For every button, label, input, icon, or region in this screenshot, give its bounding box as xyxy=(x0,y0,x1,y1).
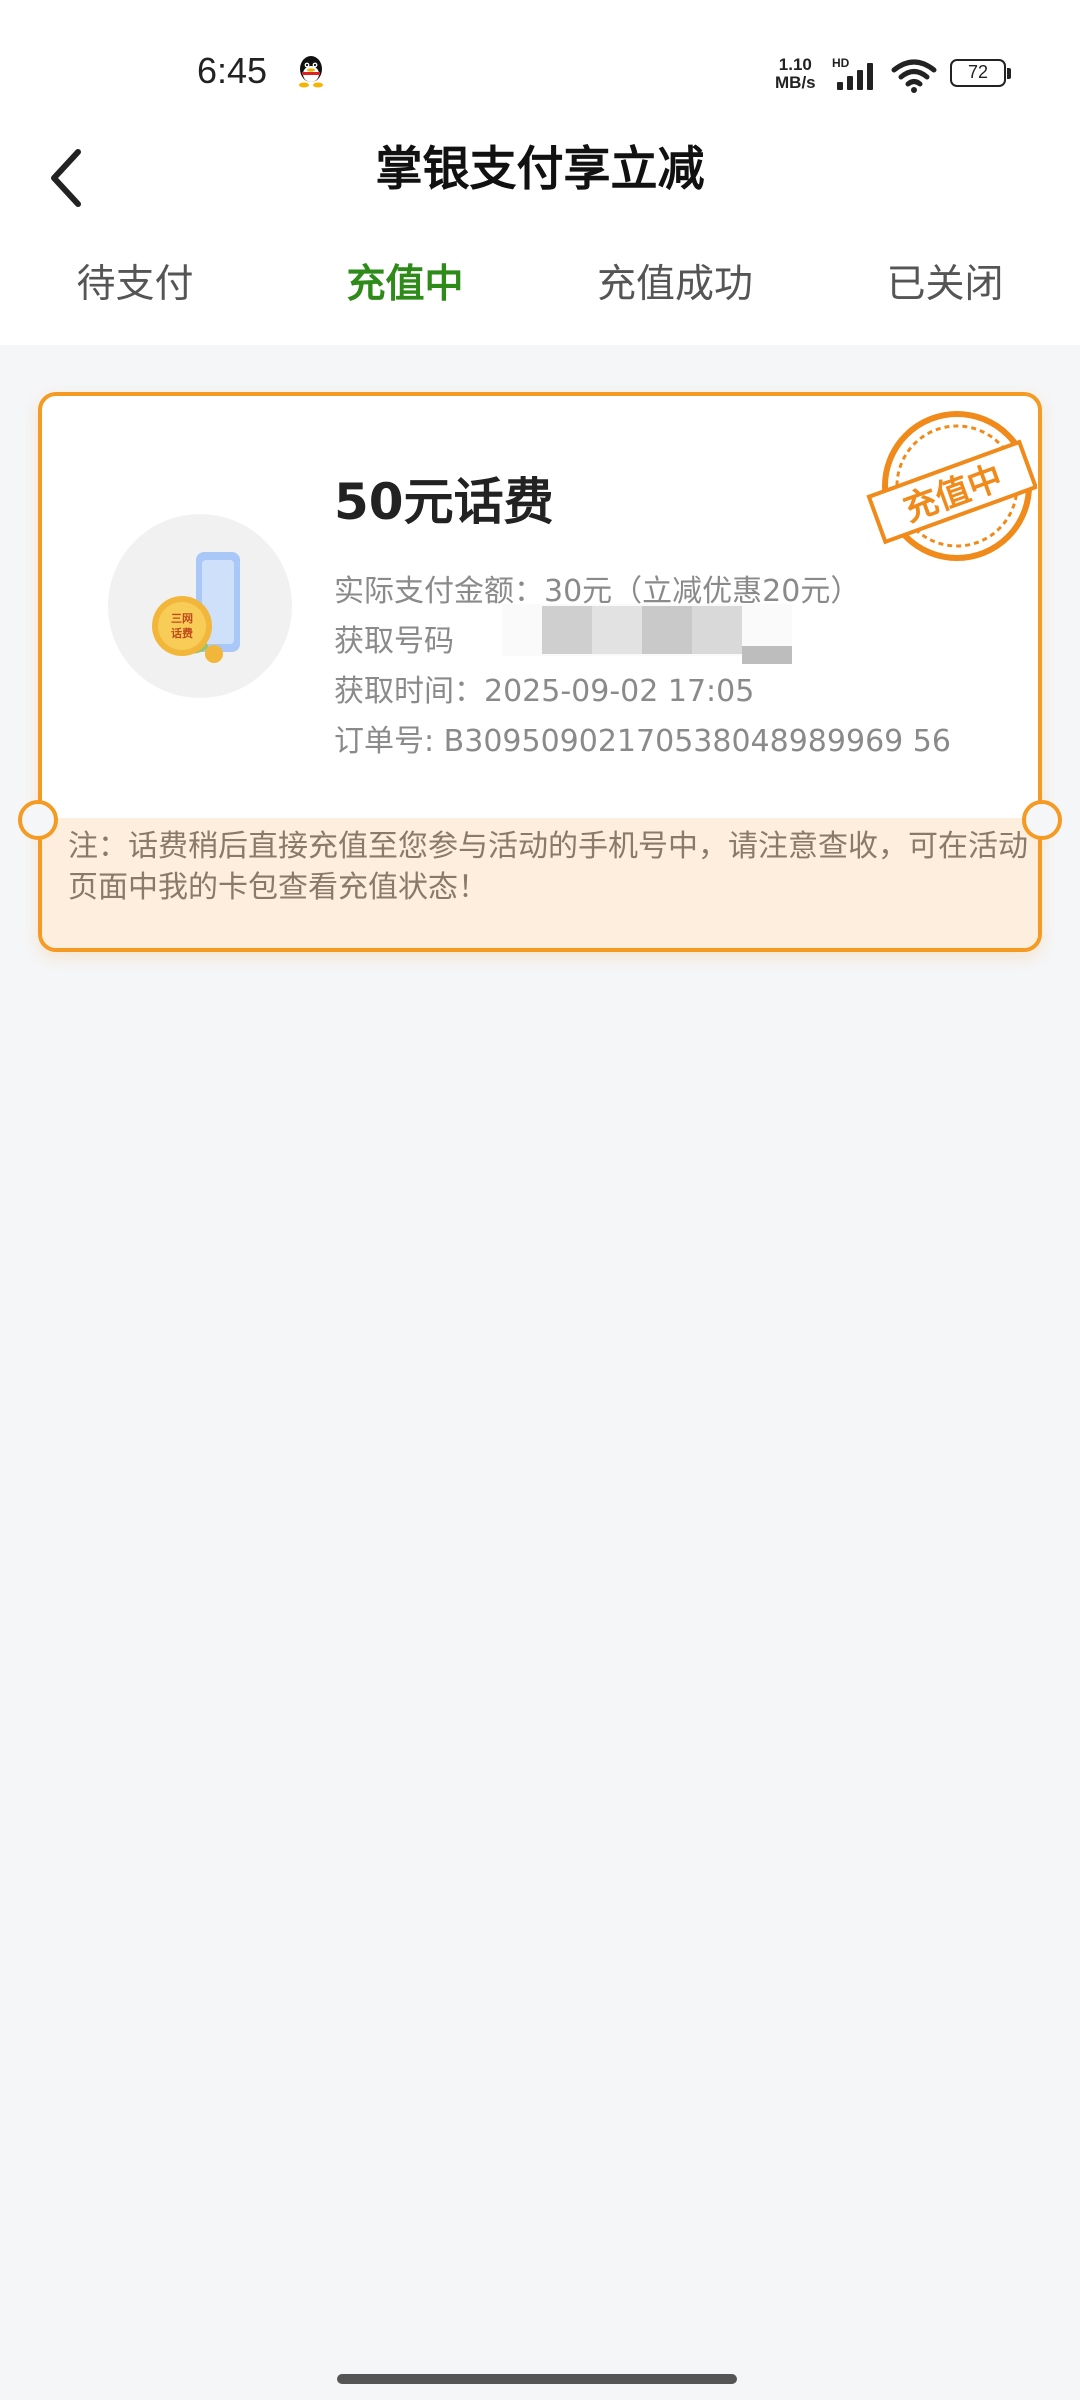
tab-recharge-success[interactable]: 充值成功 xyxy=(540,245,810,325)
recharge-note: 注：话费稍后直接充值至您参与活动的手机号中，请注意查收，可在活动页面中我的卡包查… xyxy=(68,829,1028,905)
ticket-notch-right xyxy=(1022,800,1062,840)
net-speed-value: 1.10 xyxy=(778,55,812,74)
phone-row: 获取号码 xyxy=(334,616,454,660)
order-number-value: B30950902170538048989969 56 xyxy=(443,724,951,759)
net-speed-unit: MB/s xyxy=(775,73,816,92)
wifi-icon xyxy=(891,59,937,93)
acquire-time-value: 2025-09-02 17:05 xyxy=(484,674,755,709)
phone-label: 获取号码 xyxy=(334,624,454,659)
order-number-row: 订单号: B30950902170538048989969 56 xyxy=(334,716,951,760)
acquire-time-label: 获取时间： xyxy=(334,674,484,709)
order-number-label: 订单号: xyxy=(334,724,444,759)
status-time: 6:45 xyxy=(197,50,268,91)
ticket-notch-left xyxy=(18,800,58,840)
page-title: 掌银支付享立减 xyxy=(375,142,705,197)
battery-level: 72 xyxy=(950,59,1006,87)
status-tabs: 待支付 充值中 充值成功 已关闭 xyxy=(0,245,1080,325)
icon-text-bottom: 话费 xyxy=(171,626,193,640)
status-bar: 6:45 1.10 MB/s HD 72 xyxy=(0,0,1080,130)
net-speed: 1.10 MB/s xyxy=(775,56,816,92)
product-icon-container: 三网 话费 xyxy=(108,514,292,698)
recharging-stamp: 充值中 xyxy=(866,411,1037,561)
redacted-phone-number xyxy=(502,604,792,664)
order-card[interactable]: 三网 话费 50元话费 实际支付金额：30元（立减优惠20元） 获取号码 获取时… xyxy=(38,392,1042,952)
signal-icon xyxy=(837,63,873,90)
battery-tip xyxy=(1007,68,1011,79)
tab-recharging[interactable]: 充值中 xyxy=(270,245,540,325)
qq-icon xyxy=(299,56,323,88)
phone-bill-icon: 三网 话费 xyxy=(152,552,240,663)
home-indicator[interactable] xyxy=(337,2374,737,2384)
back-arrow-icon[interactable] xyxy=(38,138,98,218)
battery-icon: 72 xyxy=(950,59,1014,89)
product-name: 50元话费 xyxy=(334,473,554,531)
app-header: 掌银支付享立减 xyxy=(0,130,1080,230)
tab-pending-payment[interactable]: 待支付 xyxy=(0,245,270,325)
tab-closed[interactable]: 已关闭 xyxy=(810,245,1080,325)
icon-text-top: 三网 xyxy=(171,612,193,625)
acquire-time-row: 获取时间：2025-09-02 17:05 xyxy=(334,666,754,710)
